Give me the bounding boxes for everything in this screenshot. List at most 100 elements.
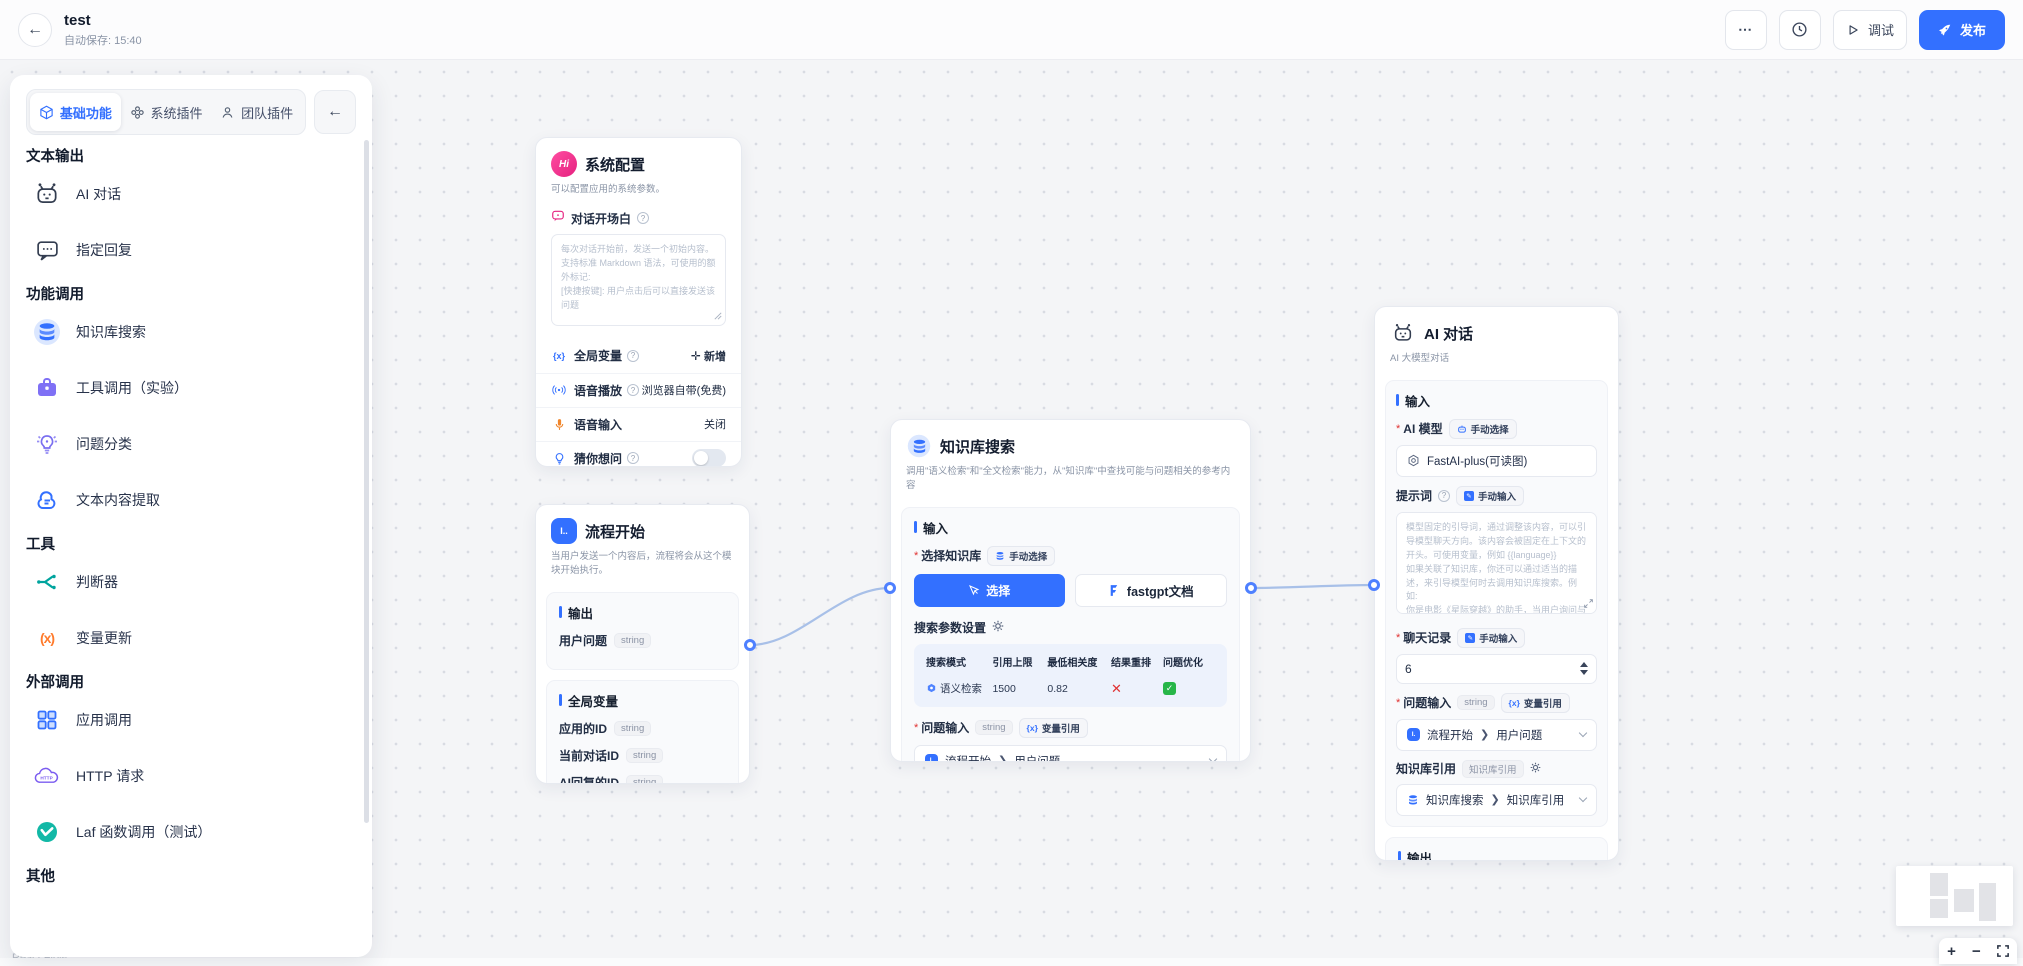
sidebar-scrollbar[interactable] — [364, 140, 369, 823]
edit-icon: ✎ — [1465, 633, 1475, 643]
zoom-out-button[interactable]: − — [1972, 944, 1981, 959]
table-header: 结果重排 — [1111, 654, 1163, 669]
prompt-textarea[interactable] — [1396, 512, 1597, 614]
sidebar-item-classifier[interactable]: 判断器 — [32, 561, 356, 603]
sidebar-item-content-extract[interactable]: 文本内容提取 — [32, 479, 356, 521]
search-mode-cell: 语义检索 — [926, 681, 992, 697]
quote-source-dropdown[interactable]: 知识库搜索 ❯ 知识库引用 — [1396, 784, 1597, 816]
debug-button[interactable]: 调试 — [1833, 10, 1907, 50]
model-label: AI 模型 — [1403, 420, 1442, 437]
history-button[interactable] — [1779, 10, 1821, 50]
system-config-header: Hi 系统配置 可以配置应用的系统参数。 — [536, 138, 741, 205]
relevance-cell: 0.82 — [1047, 681, 1111, 697]
tab-system-plugins[interactable]: 系统插件 — [121, 93, 212, 131]
robot-icon — [32, 179, 62, 209]
node-flow-start[interactable]: I.. 流程开始 当用户发送一个内容后，流程将会从这个模块开始执行。 输出 用户… — [535, 504, 750, 784]
fit-view-button[interactable] — [1997, 945, 2009, 957]
section-header: 功能调用 — [26, 285, 356, 305]
node-ai-chat[interactable]: AI 对话 AI 大模型对话 输入 * AI 模型 手动选择 FastAI-pl… — [1374, 306, 1619, 861]
publish-button[interactable]: 发布 — [1919, 10, 2005, 50]
section-title: 输出 — [568, 603, 593, 622]
gear-icon[interactable] — [992, 619, 1004, 637]
dataset-card[interactable]: fastgpt文档 — [1075, 574, 1228, 607]
bottom-strip — [0, 958, 2023, 966]
config-row-voice-input[interactable]: 语音输入 关闭 — [536, 407, 741, 441]
node-desc: 当用户发送一个内容后，流程将会从这个模块开始执行。 — [551, 550, 734, 578]
required-mark: * — [1396, 697, 1400, 709]
config-row-tts[interactable]: 语音播放 ? 浏览器自带(免费) — [536, 373, 741, 407]
add-variable-button[interactable]: ✛ 新增 — [691, 348, 726, 364]
minimap-node — [1954, 889, 1974, 912]
sidebar-item-http-request[interactable]: HTTP HTTP 请求 — [32, 755, 356, 797]
sidebar-item-variable-update[interactable]: (x) 变量更新 — [32, 617, 356, 659]
question-source-dropdown[interactable]: I. 流程开始 ❯ 用户问题 — [914, 745, 1227, 762]
search-params-table[interactable]: 搜索模式 引用上限 最低相关度 结果重排 问题优化 语义检索 1500 0.82… — [914, 644, 1227, 707]
zoom-in-button[interactable]: + — [1947, 944, 1956, 959]
table-header: 引用上限 — [992, 654, 1047, 669]
section-bar — [1398, 851, 1401, 861]
resize-handle-icon[interactable] — [714, 307, 722, 325]
person-icon — [220, 105, 235, 120]
sidebar-item-tool-call[interactable]: 工具调用（实验） — [32, 367, 356, 409]
variable-ref-chip[interactable]: {x} 变量引用 — [1019, 718, 1088, 738]
section-title: 全局变量 — [568, 691, 618, 710]
x-mark-icon: ✕ — [1111, 681, 1122, 697]
tab-basic-modules[interactable]: 基础功能 — [30, 93, 121, 131]
history-count-input[interactable]: 6 — [1396, 654, 1597, 684]
type-chip: string — [614, 633, 651, 648]
clock-icon — [1791, 21, 1808, 38]
manual-select-chip[interactable]: 手动选择 — [987, 546, 1055, 566]
config-row-global-variables[interactable]: {x} 全局变量 ? ✛ 新增 — [536, 339, 741, 373]
limit-cell: 1500 — [992, 681, 1047, 697]
source-handle-kb-search[interactable] — [1245, 582, 1257, 594]
edge-flowstart-kbsearch[interactable] — [750, 588, 890, 645]
sidebar-item-laf-function[interactable]: Laf 函数调用（测试） — [32, 811, 356, 853]
model-select[interactable]: FastAI-plus(可读图) — [1396, 445, 1597, 477]
back-button[interactable]: ← — [18, 13, 52, 47]
plugin-icon — [130, 105, 145, 120]
node-title: 流程开始 — [585, 521, 645, 542]
sidebar-item-ai-chat[interactable]: AI 对话 — [32, 173, 356, 215]
manual-input-chip[interactable]: ✎ 手动输入 — [1456, 486, 1524, 506]
question-source-dropdown[interactable]: I. 流程开始 ❯ 用户问题 — [1396, 719, 1597, 751]
choose-dataset-button[interactable]: 选择 — [914, 574, 1065, 607]
microphone-icon — [551, 418, 567, 431]
fastgpt-logo-icon — [1108, 584, 1121, 597]
gear-icon[interactable] — [1530, 760, 1541, 778]
expand-icon[interactable] — [1584, 595, 1593, 613]
model-icon — [1407, 454, 1420, 467]
variable-ref-chip[interactable]: {x} 变量引用 — [1501, 693, 1570, 713]
sidebar-item-question-classify[interactable]: 问题分类 — [32, 423, 356, 465]
minimap[interactable] — [1896, 866, 2013, 926]
global-var-row: 应用的IDstring — [559, 720, 726, 737]
more-button[interactable]: ⋯ — [1725, 10, 1767, 50]
output-row: 用户问题 string — [559, 632, 726, 649]
node-kb-search[interactable]: 知识库搜索 调用"语义检索"和"全文检索"能力，从"知识库"中查找可能与问题相关… — [890, 419, 1251, 762]
node-system-config[interactable]: Hi 系统配置 可以配置应用的系统参数。 对话开场白 ? {x} 全局变量 ? … — [535, 137, 742, 467]
edge-kbsearch-aichat[interactable] — [1251, 585, 1374, 588]
manual-select-chip[interactable]: 手动选择 — [1449, 419, 1517, 439]
number-steppers[interactable] — [1580, 662, 1588, 675]
sound-wave-icon — [551, 383, 567, 397]
source-handle-flow-start[interactable] — [744, 639, 756, 651]
welcome-textarea[interactable] — [551, 234, 726, 326]
variable-x-icon: {x} — [1027, 723, 1038, 733]
step-up-icon — [1580, 662, 1588, 667]
sidebar-item-assigned-reply[interactable]: 指定回复 — [32, 229, 356, 271]
database-icon — [906, 433, 932, 459]
flow-start-output-card: 输出 用户问题 string — [546, 592, 739, 670]
collapse-sidebar-button[interactable]: ← — [314, 90, 356, 134]
target-handle-ai-chat[interactable] — [1368, 579, 1380, 591]
check-icon: ✓ — [1163, 682, 1176, 695]
autosave-status: 自动保存: 15:40 — [64, 32, 142, 48]
manual-input-chip[interactable]: ✎ 手动输入 — [1457, 628, 1525, 648]
config-row-guess-question[interactable]: 猜你想问 ? — [536, 441, 741, 467]
required-mark: * — [1396, 423, 1400, 435]
tab-team-plugins[interactable]: 团队插件 — [211, 93, 302, 131]
bulb-icon — [32, 429, 62, 459]
guess-question-toggle[interactable] — [692, 449, 726, 467]
node-desc: AI 大模型对话 — [1390, 352, 1603, 366]
sidebar-item-kb-search[interactable]: 知识库搜索 — [32, 311, 356, 353]
sidebar-item-app-call[interactable]: 应用调用 — [32, 699, 356, 741]
target-handle-kb-search[interactable] — [884, 582, 896, 594]
